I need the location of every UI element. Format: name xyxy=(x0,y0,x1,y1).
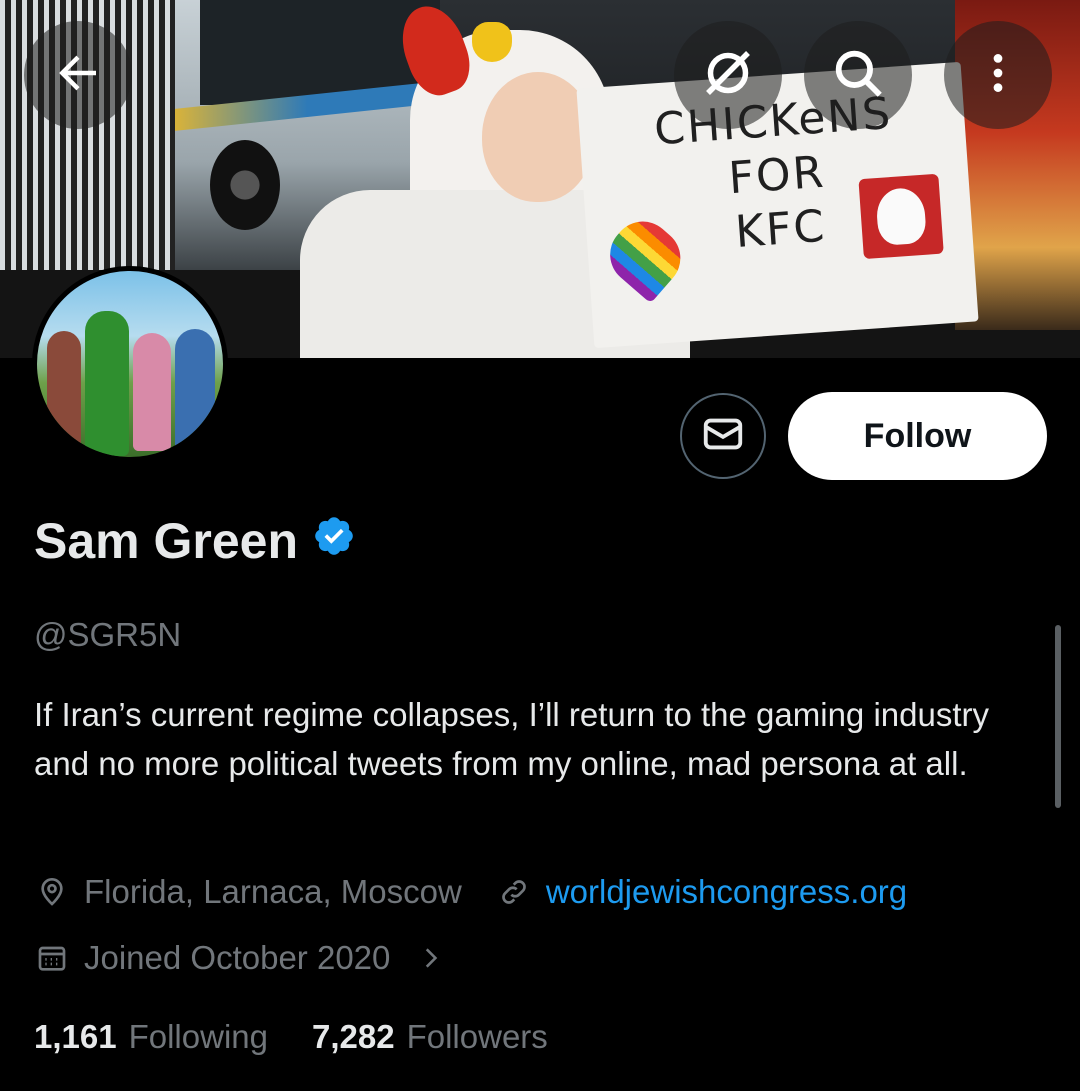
following-stat[interactable]: 1,161 Following xyxy=(34,1018,268,1056)
more-button[interactable] xyxy=(944,21,1052,129)
follow-button[interactable]: Follow xyxy=(788,392,1047,480)
followers-label: Followers xyxy=(406,1018,548,1055)
link-icon xyxy=(496,874,532,910)
profile-stats: 1,161 Following 7,282 Followers xyxy=(34,1018,548,1056)
following-label: Following xyxy=(128,1018,268,1055)
kfc-logo-icon xyxy=(858,173,944,260)
banner-costume-beak xyxy=(472,22,512,62)
profile-handle: @SGR5N xyxy=(34,616,182,653)
location-pin-icon xyxy=(34,874,70,910)
calendar-icon xyxy=(34,940,70,976)
mail-icon xyxy=(700,411,746,462)
back-button[interactable] xyxy=(24,21,132,129)
chevron-right-icon xyxy=(412,940,448,976)
followers-stat[interactable]: 7,282 Followers xyxy=(312,1018,548,1056)
profile-location: Florida, Larnaca, Moscow xyxy=(84,873,462,910)
profile-name-row: Sam Green xyxy=(34,512,356,570)
scrollbar[interactable] xyxy=(1055,625,1061,808)
search-icon xyxy=(829,44,887,107)
more-vertical-icon xyxy=(973,48,1023,103)
profile-joined-row[interactable]: Joined October 2020 xyxy=(34,939,462,977)
eye-slash-icon xyxy=(698,43,758,108)
verified-badge-icon[interactable] xyxy=(312,512,356,570)
message-button[interactable] xyxy=(680,393,766,479)
avatar[interactable] xyxy=(32,266,228,462)
profile-meta-row: Florida, Larnaca, Moscow worldjewishcong… xyxy=(34,873,907,911)
profile-bio: If Iran’s current regime collapses, I’ll… xyxy=(34,696,989,782)
arrow-left-icon xyxy=(51,46,105,105)
banner-sign: CHICKeNS FOR KFC xyxy=(576,61,979,349)
profile-joined: Joined October 2020 xyxy=(84,939,391,976)
profile-name: Sam Green xyxy=(34,513,299,569)
profile-website-link[interactable]: worldjewishcongress.org xyxy=(546,873,907,911)
following-count: 1,161 xyxy=(34,1018,117,1055)
search-button[interactable] xyxy=(804,21,912,129)
hide-button[interactable] xyxy=(674,21,782,129)
followers-count: 7,282 xyxy=(312,1018,395,1055)
